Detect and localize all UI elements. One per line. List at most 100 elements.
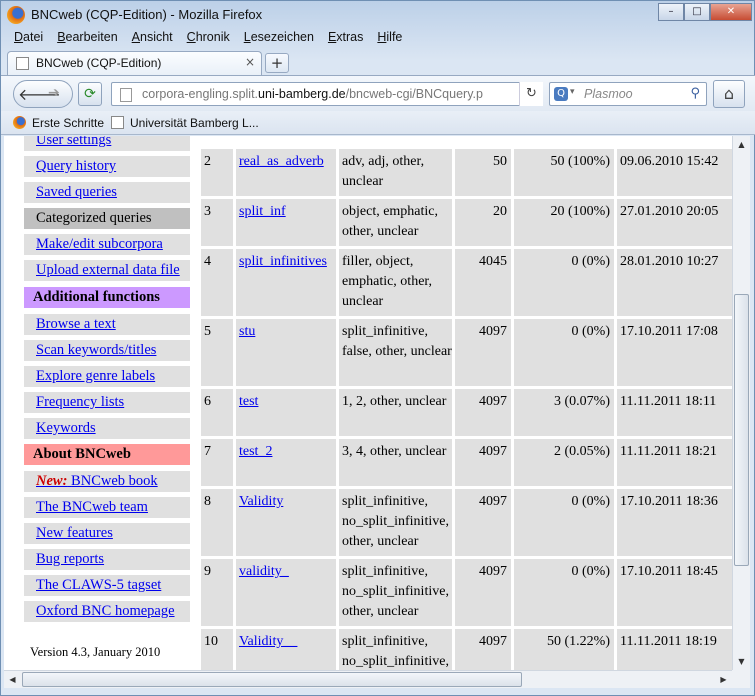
- row-number: 7: [201, 439, 233, 486]
- search-engine-dropdown-icon[interactable]: ▾: [570, 87, 575, 97]
- menu-bearbeiten[interactable]: Bearbeiten: [50, 30, 124, 48]
- query-name-link[interactable]: Validity: [236, 489, 336, 556]
- sidebar-browse-text[interactable]: Browse a text: [24, 314, 190, 335]
- reload-button[interactable]: ⟳: [78, 82, 102, 106]
- hits-cell: 4045: [455, 249, 511, 316]
- bookmark-erste-schritte[interactable]: Erste Schritte: [13, 116, 104, 130]
- scroll-right-icon[interactable]: ▶: [715, 671, 732, 688]
- categories-cell: object, emphatic, other, unclear: [339, 199, 452, 246]
- date-cell: 11.11.2011 18:11: [617, 389, 732, 436]
- sidebar-upload-external-data[interactable]: Upload external data file: [24, 260, 190, 281]
- categorized-queries-table: 2 real_as_adverb adv, adj, other, unclea…: [201, 136, 732, 670]
- url-bar[interactable]: corpora-engling.split.uni-bamberg.de/bnc…: [111, 82, 543, 106]
- sidebar-bug-reports[interactable]: Bug reports: [24, 549, 190, 570]
- categories-cell: split_infinitive, no_split_infinitive, o…: [339, 489, 452, 556]
- close-tab-icon[interactable]: ×: [245, 55, 255, 69]
- menu-chronik[interactable]: Chronik: [180, 30, 237, 48]
- query-name-link[interactable]: stu: [236, 319, 336, 386]
- query-name-link[interactable]: split_infinitives: [236, 249, 336, 316]
- sidebar-claws-tagset[interactable]: The CLAWS-5 tagset: [24, 575, 190, 596]
- firefox-icon: [13, 116, 26, 129]
- tab-bncweb[interactable]: BNCweb (CQP-Edition) ×: [7, 51, 262, 75]
- sidebar-user-settings[interactable]: User settings: [24, 136, 190, 151]
- date-cell: 17.10.2011 17:08: [617, 319, 732, 386]
- categories-cell: split_infinitive, no_split_infinitive, o…: [339, 559, 452, 626]
- categories-cell: split_infinitive, false, other, unclear: [339, 319, 452, 386]
- row-number: 8: [201, 489, 233, 556]
- scroll-left-icon[interactable]: ◀: [4, 671, 21, 688]
- new-tab-button[interactable]: +: [265, 53, 289, 73]
- row-number: 3: [201, 199, 233, 246]
- search-icon[interactable]: ⚲: [690, 86, 700, 101]
- sidebar-bncweb-book[interactable]: New: BNCweb book: [24, 471, 190, 492]
- date-cell: 17.10.2011 18:36: [617, 489, 732, 556]
- date-cell: 11.11.2011 18:19: [617, 629, 732, 670]
- sidebar-categorized-queries: Categorized queries: [24, 208, 190, 229]
- url-host: uni-bamberg.de: [258, 87, 346, 101]
- sidebar-frequency-lists[interactable]: Frequency lists: [24, 392, 190, 413]
- query-name-link[interactable]: validity_: [236, 559, 336, 626]
- date-cell: 27.01.2010 20:05: [617, 199, 732, 246]
- table-row: 5 stu split_infinitive, false, other, un…: [201, 319, 732, 386]
- firefox-logo-icon: [7, 6, 25, 24]
- row-number: 9: [201, 559, 233, 626]
- menu-lesezeichen[interactable]: Lesezeichen: [237, 30, 321, 48]
- scrollbar-corner: [732, 670, 750, 688]
- sidebar-new-features[interactable]: New features: [24, 523, 190, 544]
- sidebar-keywords[interactable]: Keywords: [24, 418, 190, 439]
- url-reload-icon[interactable]: ↻: [519, 82, 543, 106]
- forward-arrow-icon[interactable]: ➔: [48, 85, 60, 101]
- menu-extras[interactable]: Extras: [321, 30, 370, 48]
- maximize-button[interactable]: □: [684, 3, 710, 21]
- row-number: 5: [201, 319, 233, 386]
- search-placeholder: Plasmoo: [584, 87, 633, 101]
- sidebar-saved-queries[interactable]: Saved queries: [24, 182, 190, 203]
- categories-cell: filler, object, emphatic, other, unclear: [339, 249, 452, 316]
- scroll-down-icon[interactable]: ▼: [733, 653, 750, 670]
- sidebar-explore-genre[interactable]: Explore genre labels: [24, 366, 190, 387]
- bookmark-universitaet-bamberg[interactable]: Universität Bamberg L...: [111, 116, 259, 130]
- page-icon: [120, 88, 132, 102]
- hits-cell: 4097: [455, 629, 511, 670]
- table-row: 9 validity_ split_infinitive, no_split_i…: [201, 559, 732, 626]
- vertical-scroll-thumb[interactable]: [734, 294, 749, 566]
- minimize-button[interactable]: –: [658, 3, 684, 21]
- search-engine-icon[interactable]: Q: [554, 87, 568, 101]
- row-number: 10: [201, 629, 233, 670]
- menu-datei[interactable]: Datei: [7, 30, 50, 48]
- bookmark-label: Erste Schritte: [32, 116, 105, 130]
- sidebar-oxford-bnc[interactable]: Oxford BNC homepage: [24, 601, 190, 622]
- sidebar-scan-keywords[interactable]: Scan keywords/titles: [24, 340, 190, 361]
- bncweb-book-link[interactable]: BNCweb book: [71, 473, 158, 489]
- date-cell: 28.01.2010 10:27: [617, 249, 732, 316]
- query-name-link[interactable]: real_as_adverb: [236, 149, 336, 196]
- sidebar-make-edit-subcorpora[interactable]: Make/edit subcorpora: [24, 234, 190, 255]
- query-name-link[interactable]: split_inf: [236, 199, 336, 246]
- search-box[interactable]: Q ▾ Plasmoo ⚲: [549, 82, 707, 106]
- menu-ansicht[interactable]: Ansicht: [125, 30, 180, 48]
- hits-cell: 4097: [455, 559, 511, 626]
- categorized-cell: 50 (1.22%): [514, 629, 614, 670]
- table-row: 6 test 1, 2, other, unclear 4097 3 (0.07…: [201, 389, 732, 436]
- scroll-up-icon[interactable]: ▲: [733, 136, 750, 153]
- categorized-cell: 3 (0.07%): [514, 389, 614, 436]
- vertical-scrollbar[interactable]: ▲ ▼: [732, 136, 750, 670]
- query-name-link[interactable]: Validity__: [236, 629, 336, 670]
- home-button[interactable]: ⌂: [713, 80, 745, 108]
- window-controls: – □ ✕: [658, 3, 752, 21]
- hits-cell: 4097: [455, 319, 511, 386]
- horizontal-scrollbar[interactable]: ◀ ▶: [4, 670, 732, 688]
- query-name-link[interactable]: test: [236, 389, 336, 436]
- sidebar-query-history[interactable]: Query history: [24, 156, 190, 177]
- horizontal-scroll-thumb[interactable]: [22, 672, 522, 687]
- sidebar-heading-additional-functions: Additional functions: [24, 287, 190, 308]
- sidebar-team[interactable]: The BNCweb team: [24, 497, 190, 518]
- close-window-button[interactable]: ✕: [710, 3, 752, 21]
- query-name-link[interactable]: test_2: [236, 439, 336, 486]
- menu-hilfe[interactable]: Hilfe: [370, 30, 409, 48]
- hits-cell: 4097: [455, 439, 511, 486]
- hits-cell: 50: [455, 149, 511, 196]
- menu-bar: Datei Bearbeiten Ansicht Chronik Lesezei…: [7, 30, 409, 48]
- table-row: 2 real_as_adverb adv, adj, other, unclea…: [201, 149, 732, 196]
- categorized-cell: 2 (0.05%): [514, 439, 614, 486]
